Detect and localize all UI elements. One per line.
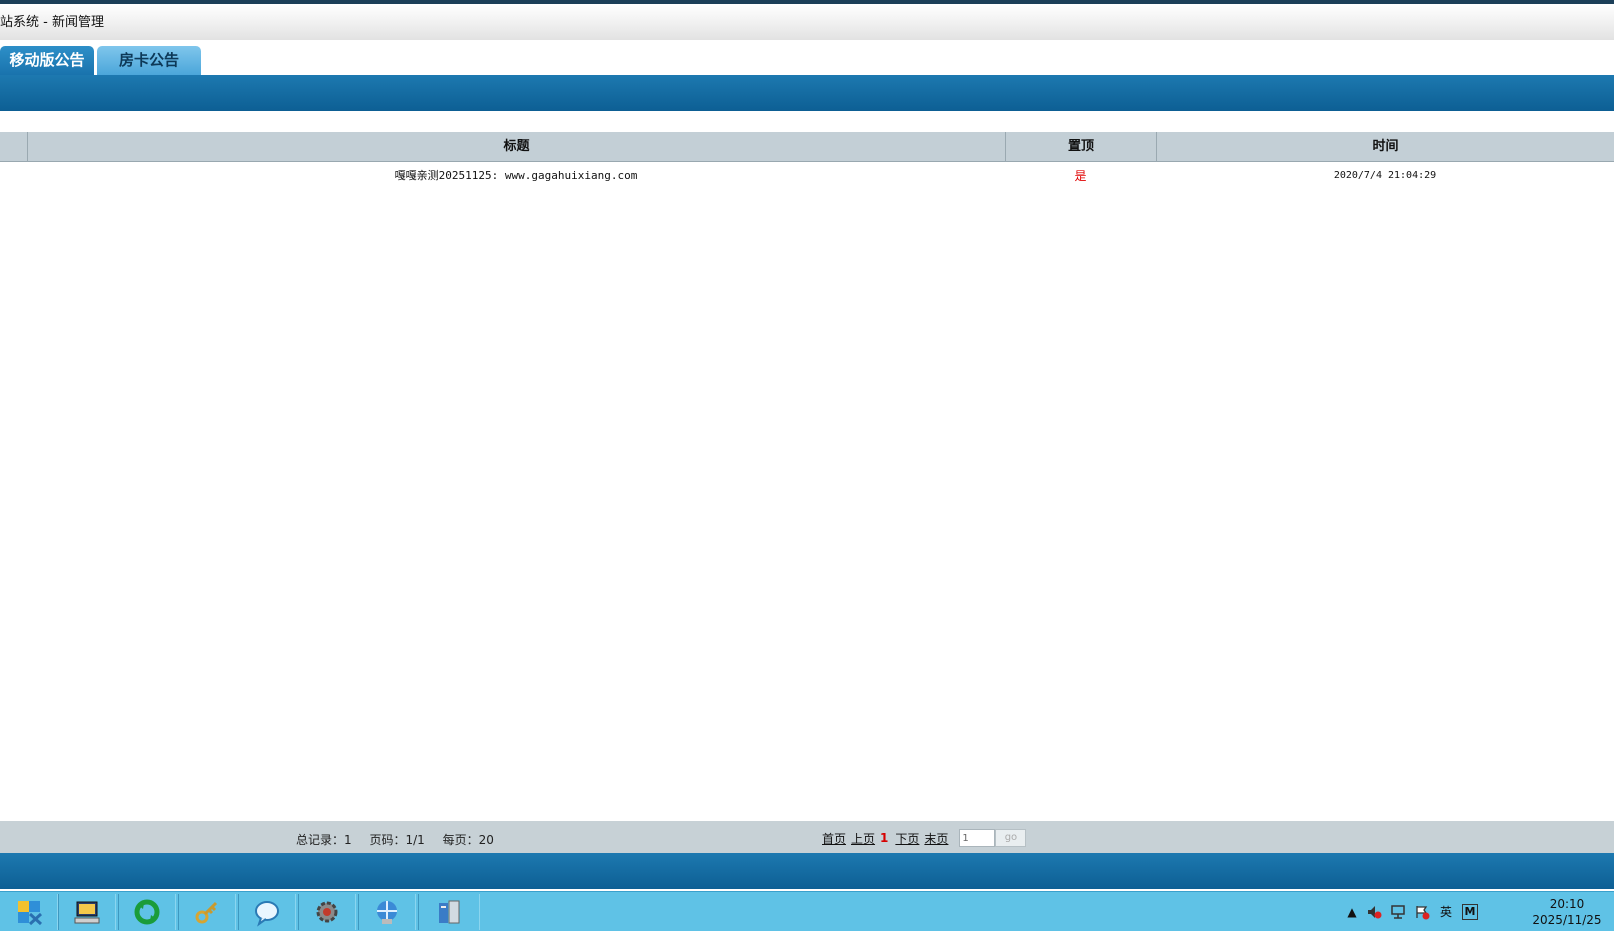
column-header-select (0, 132, 27, 162)
next-page-link[interactable]: 下页 (895, 830, 919, 847)
per-page: 每页：20 (442, 833, 494, 847)
start-icon[interactable] (0, 894, 58, 930)
key-icon[interactable] (178, 894, 236, 930)
action-center-icon[interactable] (1414, 904, 1430, 920)
network-status-icon[interactable] (1390, 904, 1406, 920)
total-records: 总记录：1 (296, 833, 352, 847)
page-code: 页码：1/1 (369, 833, 425, 847)
pager-stats: 总记录：1 页码：1/1 每页：20 (296, 831, 508, 848)
time-cell: 2020/7/4 21:04:29 (1333, 170, 1437, 181)
first-page-link[interactable]: 首页 (822, 830, 846, 847)
go-button[interactable]: go (995, 829, 1027, 847)
tray-expand-icon[interactable]: ▲ (1344, 904, 1360, 920)
column-header-time[interactable]: 时间 (1156, 132, 1614, 162)
bottom-band (0, 853, 1614, 889)
system-tray: ▲ 英 M 20:10 2025/11/25 (1344, 892, 1614, 932)
prev-page-link[interactable]: 上页 (851, 830, 875, 847)
network-icon[interactable] (358, 894, 416, 930)
ime-mode-indicator[interactable]: M (1462, 904, 1478, 920)
clock-time: 20:10 (1549, 897, 1585, 911)
last-page-link[interactable]: 末页 (924, 830, 948, 847)
settings-gear-icon[interactable] (298, 894, 356, 930)
page-number-input[interactable] (959, 829, 996, 847)
window-title: 站系统 - 新闻管理 (0, 15, 104, 30)
current-page: 1 (880, 831, 889, 845)
window-titlebar: 站系统 - 新闻管理 (0, 0, 1614, 40)
pinned-cell: 是 (1074, 169, 1087, 183)
table-header: 标题 置顶 时间 (0, 132, 1614, 162)
volume-muted-icon[interactable] (1366, 904, 1382, 920)
clock-date: 2025/11/25 (1532, 913, 1602, 927)
column-header-title[interactable]: 标题 (27, 132, 1005, 162)
column-header-pinned[interactable]: 置顶 (1005, 132, 1156, 162)
toolbar-band (0, 75, 1614, 111)
ime-indicator[interactable]: 英 (1438, 904, 1454, 920)
computer-icon[interactable] (58, 894, 116, 930)
tab-mobile-announcement[interactable]: 移动版公告 (0, 46, 94, 75)
recycle-icon[interactable] (118, 894, 176, 930)
taskbar: ▲ 英 M 20:10 2025/11/25 (0, 891, 1614, 931)
news-title-cell[interactable]: 嘎嘎亲测20251125: www.gagahuixiang.com (27, 163, 1005, 189)
pager-bar: 总记录：1 页码：1/1 每页：20 首页 上页 1 下页 末页 go (0, 821, 1614, 853)
server-manager-icon[interactable] (418, 894, 480, 930)
chat-icon[interactable] (238, 894, 296, 930)
pager-links: 首页 上页 1 下页 末页 go (822, 828, 1027, 848)
clock[interactable]: 20:10 2025/11/25 (1532, 896, 1602, 928)
tab-room-card-announcement[interactable]: 房卡公告 (97, 46, 201, 75)
table-row[interactable]: 嘎嘎亲测20251125: www.gagahuixiang.com 是 202… (0, 163, 1614, 189)
